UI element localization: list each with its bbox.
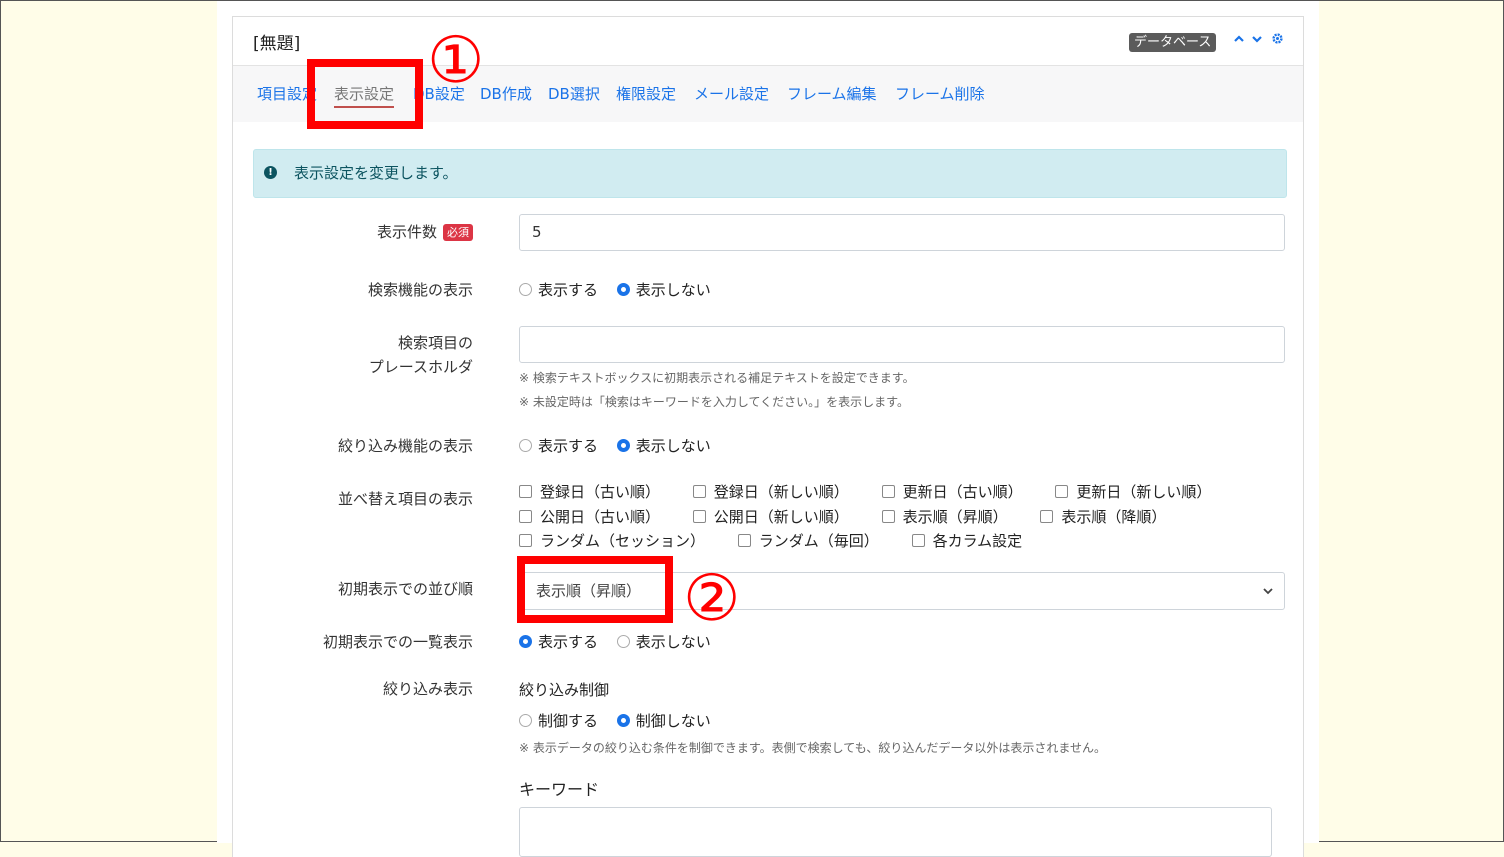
radio-button[interactable] xyxy=(519,439,532,452)
exclamation-circle-icon: ! xyxy=(264,166,277,179)
radio-button-selected[interactable] xyxy=(519,635,532,648)
search-display-label: 検索機能の表示 xyxy=(367,281,473,299)
sort-items-row-3: ランダム（セッション） ランダム（毎回） 各カラム設定 xyxy=(519,530,1050,552)
sort-option[interactable]: 表示順（昇順） xyxy=(881,506,1008,528)
radio-button[interactable] xyxy=(519,283,532,296)
filter-control-on-option[interactable]: 制御する xyxy=(519,710,598,732)
annotation-marker-1: ① xyxy=(427,24,485,98)
placeholder-label-line1: 検索項目の xyxy=(397,334,473,352)
radio-button-selected[interactable] xyxy=(616,283,630,296)
checkbox[interactable] xyxy=(692,510,706,523)
sort-option[interactable]: ランダム（毎回） xyxy=(737,530,879,552)
search-display-show-option[interactable]: 表示する xyxy=(519,279,598,301)
sort-option[interactable]: 各カラム設定 xyxy=(911,530,1022,552)
page-frame: [無題] データベース 項目設定 表示設定 DB設定 DB作成 DB選択 権限設… xyxy=(1,1,1503,857)
initial-sort-label: 初期表示での並び順 xyxy=(337,580,473,598)
sort-option[interactable]: 公開日（古い順） xyxy=(519,506,660,528)
radio-button-selected[interactable] xyxy=(616,714,630,727)
checkbox[interactable] xyxy=(519,510,532,523)
annotation-box-1 xyxy=(307,59,423,129)
filter-display-hide-option[interactable]: 表示しない xyxy=(616,435,711,457)
sort-option[interactable]: 公開日（新しい順） xyxy=(692,506,849,528)
chevron-down-icon xyxy=(1262,573,1274,624)
placeholder-hint-2: ※ 未設定時は「検索はキーワードを入力してください。」を表示します。 xyxy=(519,395,909,409)
checkbox[interactable] xyxy=(881,485,895,498)
filter-display-label: 絞り込み機能の表示 xyxy=(337,437,473,455)
keyword-label: キーワード xyxy=(519,780,600,799)
info-alert: ! 表示設定を変更します。 xyxy=(253,149,1287,198)
tab-permissions[interactable]: 権限設定 xyxy=(616,83,676,104)
filter-display-radios: 表示する 表示しない xyxy=(519,435,725,457)
filter-control-sublabel: 絞り込み制御 xyxy=(519,681,610,699)
filter-control-off-option[interactable]: 制御しない xyxy=(616,710,711,732)
checkbox[interactable] xyxy=(519,534,532,547)
alert-text: 表示設定を変更します。 xyxy=(294,164,458,182)
checkbox[interactable] xyxy=(911,534,925,547)
sort-items-label: 並べ替え項目の表示 xyxy=(337,490,473,508)
keyword-input[interactable] xyxy=(519,807,1272,857)
filter-control-radios: 制御する 制御しない xyxy=(519,710,725,732)
sort-option[interactable]: ランダム（セッション） xyxy=(519,530,705,552)
radio-button-selected[interactable] xyxy=(616,439,630,452)
radio-button[interactable] xyxy=(519,714,532,727)
sort-option[interactable]: 更新日（新しい順） xyxy=(1055,481,1211,503)
display-count-input[interactable]: 5 xyxy=(519,214,1285,251)
checkbox[interactable] xyxy=(1040,510,1054,523)
frame-card: [無題] データベース 項目設定 表示設定 DB設定 DB作成 DB選択 権限設… xyxy=(232,16,1304,857)
checkbox[interactable] xyxy=(881,510,895,523)
tab-db-select[interactable]: DB選択 xyxy=(548,83,600,104)
sort-items-row-2: 公開日（古い順） 公開日（新しい順） 表示順（昇順） 表示順（降順） xyxy=(519,506,1194,528)
chevron-down-icon[interactable] xyxy=(1251,32,1263,50)
sort-option[interactable]: 表示順（降順） xyxy=(1040,506,1166,528)
required-badge: 必須 xyxy=(443,224,473,241)
radio-button[interactable] xyxy=(616,635,630,648)
sort-option[interactable]: 登録日（新しい順） xyxy=(692,481,849,503)
filter-control-label: 絞り込み表示 xyxy=(382,680,473,698)
sort-option[interactable]: 更新日（古い順） xyxy=(881,481,1023,503)
checkbox[interactable] xyxy=(737,534,751,547)
frame-title: [無題] xyxy=(253,34,301,54)
annotation-box-2 xyxy=(517,556,673,623)
filter-display-show-option[interactable]: 表示する xyxy=(519,435,598,457)
tab-frame-edit[interactable]: フレーム編集 xyxy=(787,83,877,104)
sort-option[interactable]: 登録日（古い順） xyxy=(519,481,660,503)
tab-mail-settings[interactable]: メール設定 xyxy=(694,83,769,104)
initial-list-label: 初期表示での一覧表示 xyxy=(322,633,473,651)
placeholder-input[interactable] xyxy=(519,326,1285,363)
initial-list-show-option[interactable]: 表示する xyxy=(519,631,598,653)
filter-control-hint: ※ 表示データの絞り込む条件を制御できます。表側で検索しても、絞り込んだデータ以… xyxy=(519,741,1106,755)
display-count-label: 表示件数 必須 xyxy=(377,220,473,244)
tab-db-create[interactable]: DB作成 xyxy=(480,83,532,104)
placeholder-hint-1: ※ 検索テキストボックスに初期表示される補足テキストを設定できます。 xyxy=(519,371,915,385)
checkbox[interactable] xyxy=(519,485,532,498)
gear-icon[interactable] xyxy=(1271,32,1284,50)
plugin-badge: データベース xyxy=(1129,33,1217,52)
tab-frame-delete[interactable]: フレーム削除 xyxy=(895,83,985,104)
checkbox[interactable] xyxy=(692,485,706,498)
placeholder-label-line2: プレースホルダ xyxy=(368,358,473,376)
sort-items-row-1: 登録日（古い順） 登録日（新しい順） 更新日（古い順） 更新日（新しい順） xyxy=(519,481,1239,503)
annotation-marker-2: ② xyxy=(683,562,741,636)
checkbox[interactable] xyxy=(1055,485,1069,498)
search-display-hide-option[interactable]: 表示しない xyxy=(616,279,711,301)
chevron-up-icon[interactable] xyxy=(1233,32,1245,50)
search-display-radios: 表示する 表示しない xyxy=(519,279,725,301)
